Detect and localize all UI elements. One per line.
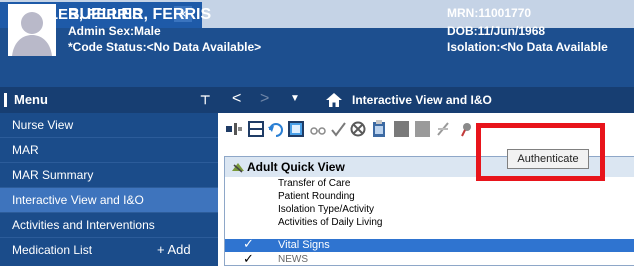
- dob: DOB:11/Jun/1968: [447, 24, 546, 38]
- back-button[interactable]: <: [232, 90, 241, 108]
- menu-item-mar[interactable]: MAR: [0, 138, 218, 162]
- menu-item-nurse-view[interactable]: Nurse View: [0, 113, 218, 137]
- admin-sex: Admin Sex:Male: [68, 24, 161, 38]
- authenticate-icon[interactable]: [458, 121, 474, 137]
- section-row-selected[interactable]: ✓ Vital Signs: [225, 236, 634, 252]
- section-row[interactable]: Patient Rounding: [225, 191, 634, 203]
- code-status: *Code Status:<No Data Available>: [68, 40, 262, 54]
- check-icon: ✓: [243, 251, 254, 266]
- menu-item-medication-list[interactable]: Medication List + Add: [0, 238, 218, 262]
- section-row[interactable]: ✓ NEWS: [225, 251, 634, 266]
- highlight-box: [476, 123, 605, 181]
- menu-item-label: MAR Summary: [12, 168, 94, 182]
- insert-icon[interactable]: [226, 123, 242, 135]
- view-header: < > ▼ Interactive View and I&O: [218, 87, 634, 113]
- gray-square-2-icon[interactable]: [415, 121, 430, 137]
- menu-header: Menu ⊤: [0, 87, 218, 113]
- glasses-icon[interactable]: [310, 122, 326, 136]
- menu-item-label: Activities and Interventions: [12, 218, 155, 232]
- menu-item-activities[interactable]: Activities and Interventions: [0, 213, 218, 237]
- band-title: Adult Quick View: [247, 160, 345, 174]
- add-medication-button[interactable]: + Add: [157, 238, 191, 262]
- gray-square-icon[interactable]: [394, 121, 409, 137]
- menu-title: Menu: [14, 92, 48, 107]
- menu-panel: Nurse View MAR MAR Summary Interactive V…: [0, 113, 218, 266]
- banner-patient-name: BUELLER, FERRIS: [68, 6, 212, 23]
- menu-item-interactive-view[interactable]: Interactive View and I&O: [0, 188, 218, 212]
- chart-icon[interactable]: [288, 121, 304, 137]
- menu-item-label: Interactive View and I&O: [12, 193, 144, 207]
- patient-avatar: [8, 4, 56, 56]
- document-icon[interactable]: [248, 121, 264, 137]
- check-icon: ✓: [243, 236, 254, 251]
- clipboard-icon[interactable]: [372, 120, 386, 138]
- section-label: NEWS: [278, 254, 308, 265]
- pin-icon[interactable]: ⊤: [200, 87, 210, 113]
- isolation-status: Isolation:<No Data Available: [447, 40, 608, 54]
- menu-item-label: Medication List: [12, 243, 93, 257]
- crossed-icon[interactable]: [436, 121, 450, 137]
- band-icon: [232, 163, 244, 173]
- menu-item-label: MAR: [12, 143, 39, 157]
- section-row[interactable]: Activities of Daily Living: [225, 217, 634, 229]
- home-icon[interactable]: [326, 93, 342, 107]
- mrn: MRN:11001770: [447, 6, 532, 20]
- section-row[interactable]: Isolation Type/Activity: [225, 204, 634, 216]
- sign-check-icon[interactable]: [330, 121, 346, 137]
- menu-item-label: Nurse View: [12, 118, 74, 132]
- menu-grip-icon: [4, 93, 7, 107]
- forward-button[interactable]: >: [260, 90, 269, 108]
- section-label: Patient Rounding: [278, 191, 355, 202]
- cancel-icon[interactable]: [350, 121, 366, 137]
- section-label: Isolation Type/Activity: [278, 204, 374, 215]
- section-label: Vital Signs: [278, 239, 330, 251]
- undo-icon[interactable]: [268, 121, 284, 137]
- history-dropdown-icon[interactable]: ▼: [290, 93, 300, 104]
- section-label: Activities of Daily Living: [278, 217, 383, 228]
- section-label: Transfer of Care: [278, 178, 351, 189]
- view-title: Interactive View and I&O: [352, 93, 492, 107]
- menu-item-mar-summary[interactable]: MAR Summary: [0, 163, 218, 187]
